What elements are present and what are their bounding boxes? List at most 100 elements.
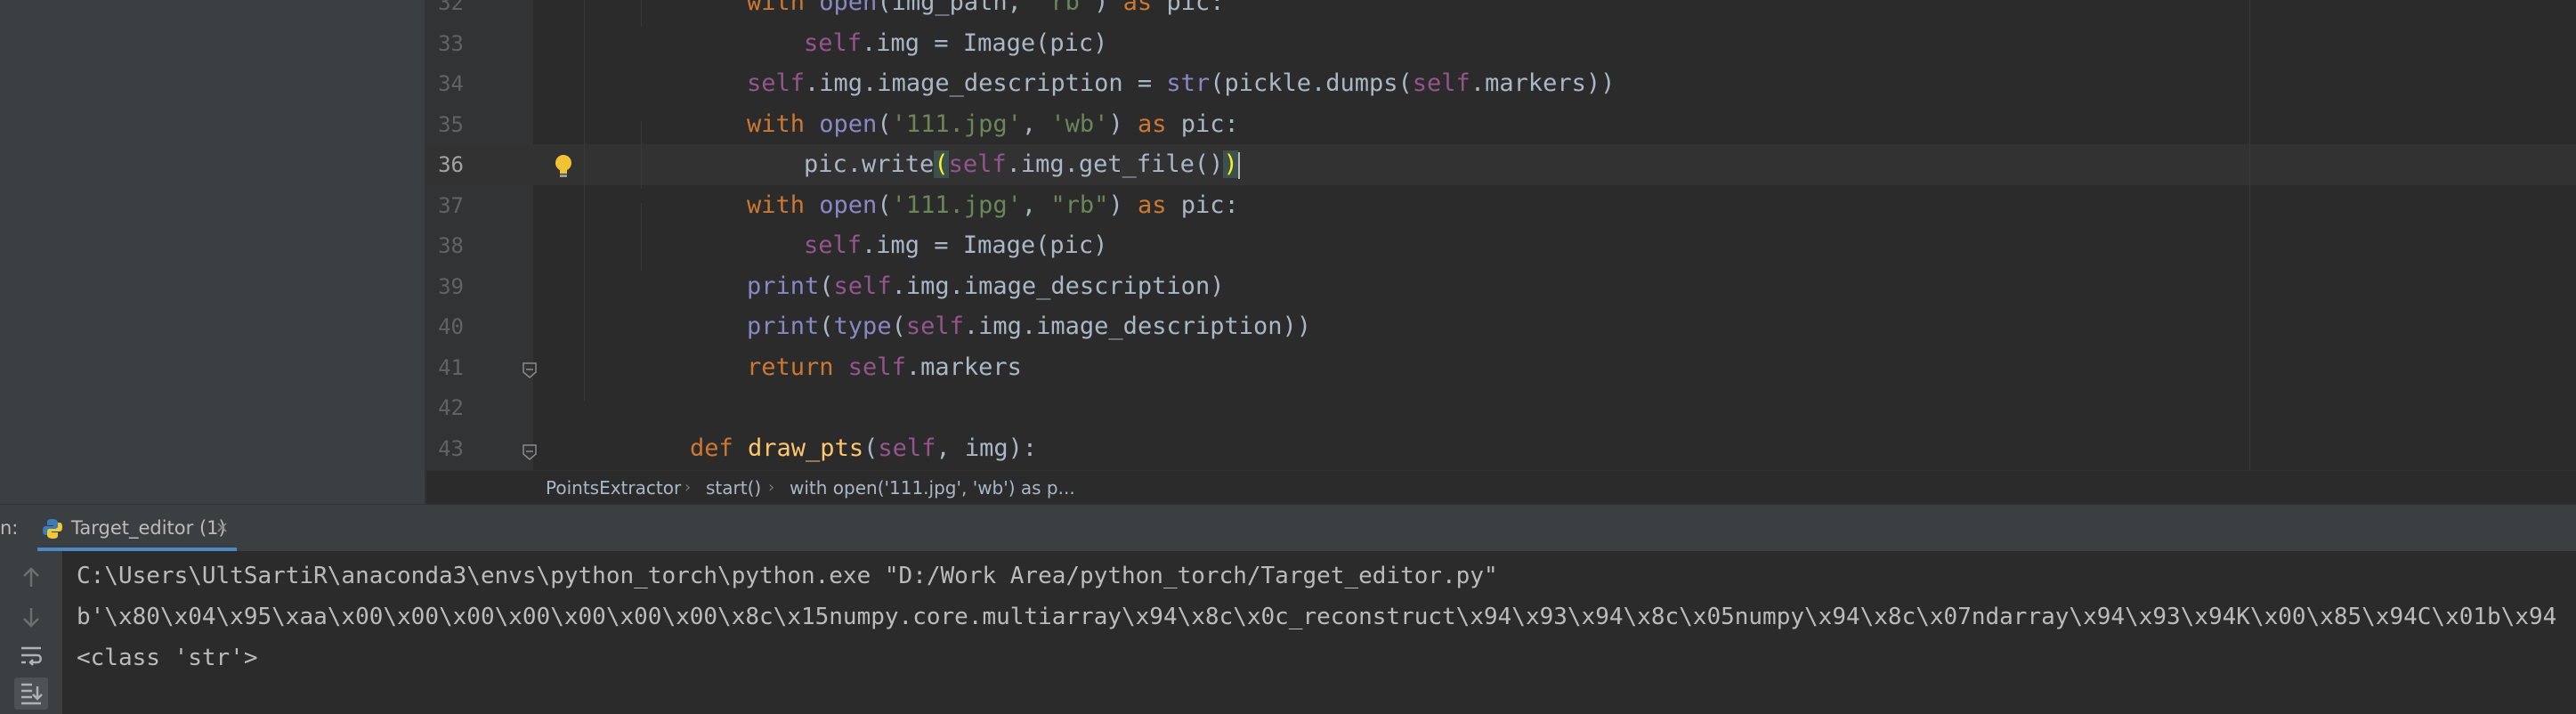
code-token: , — [1021, 191, 1051, 219]
line-number: 33 — [438, 30, 464, 56]
close-icon[interactable]: × — [215, 505, 229, 551]
code-line[interactable]: 41 return self.markers — [426, 347, 2576, 388]
code-token: ) — [1108, 110, 1138, 138]
indent-guide — [584, 0, 585, 401]
code-text: return self.markers — [747, 347, 1022, 388]
code-token: with — [747, 191, 820, 219]
code-token: self — [1412, 69, 1470, 97]
code-line[interactable]: 43 def draw_pts(self, img): — [426, 428, 2576, 469]
scroll-to-end-icon[interactable] — [14, 677, 48, 710]
code-token: self — [804, 28, 863, 57]
line-number: 41 — [438, 354, 464, 380]
code-token: (pickle.dumps( — [1210, 69, 1413, 97]
code-token: ( — [819, 272, 834, 300]
code-line[interactable]: 36 pic.write(self.img.get_file()) — [426, 144, 2576, 185]
console-line-command: C:\Users\UltSartiR\anaconda3\envs\python… — [77, 563, 1498, 589]
code-token: def — [690, 434, 749, 462]
indent-guide — [641, 203, 642, 271]
breadcrumb-block[interactable]: with open('111.jpg', 'wb') as p... — [790, 471, 1075, 505]
code-token: ( — [877, 110, 892, 138]
python-icon — [43, 519, 62, 539]
code-text: print(self.img.image_description) — [747, 266, 1224, 307]
code-token: .img.image_description)) — [963, 312, 1312, 340]
console-output[interactable]: C:\Users\UltSartiR\anaconda3\envs\python… — [62, 551, 2576, 714]
code-token: .img.image_description = — [805, 69, 1167, 97]
code-token: print — [747, 312, 820, 340]
code-token: print — [747, 272, 820, 300]
line-number: 40 — [438, 314, 464, 339]
soft-wrap-icon[interactable] — [14, 640, 48, 672]
code-line[interactable]: 39 print(self.img.image_description) — [426, 266, 2576, 307]
code-token: ) — [1223, 150, 1238, 178]
code-token: .img = Image(pic) — [862, 231, 1108, 259]
arrow-down-icon[interactable] — [14, 601, 48, 633]
breadcrumb: PointsExtractor › start() › with open('1… — [426, 470, 2576, 505]
code-text: pic.write(self.img.get_file()) — [804, 144, 1240, 185]
code-token: self — [804, 231, 863, 259]
code-token: as — [1122, 0, 1167, 16]
code-token: open — [819, 0, 878, 16]
console-line-type: <class 'str'> — [77, 645, 258, 671]
fold-start-icon[interactable] — [522, 443, 538, 461]
console-toolbar — [0, 551, 62, 714]
code-token: str — [1166, 69, 1211, 97]
code-token: return — [747, 353, 848, 381]
indent-guide — [641, 0, 642, 27]
code-text: with open(img_path, "rb") as pic: — [747, 0, 1224, 23]
code-token: self — [833, 272, 892, 300]
chevron-right-icon: › — [768, 478, 775, 497]
code-line[interactable]: 40 print(type(self.img.image_description)… — [426, 306, 2576, 347]
code-token: ( — [877, 191, 892, 219]
code-line[interactable]: 32 with open(img_path, "rb") as pic: — [426, 0, 2576, 23]
code-line[interactable]: 37 with open('111.jpg', "rb") as pic: — [426, 185, 2576, 226]
code-text: self .img.image_description = str(pickle.… — [747, 63, 1615, 104]
line-number: 35 — [438, 111, 464, 137]
code-token: open — [819, 191, 878, 219]
code-line[interactable]: 35 with open('111.jpg', 'wb') as pic: — [426, 104, 2576, 145]
code-token: (img_path, — [877, 0, 1037, 16]
code-text: self.img = Image(pic) — [804, 23, 1107, 64]
tab-target-editor[interactable]: Target_editor (1) × — [37, 505, 237, 551]
code-token: '111.jpg' — [891, 110, 1022, 138]
code-text: self.img = Image(pic) — [804, 225, 1107, 266]
code-token: open — [819, 110, 878, 138]
code-token: ( — [819, 312, 834, 340]
code-text: with open('111.jpg', "rb") as pic: — [747, 185, 1239, 226]
indent-guide — [641, 121, 642, 189]
line-number: 32 — [438, 0, 464, 15]
code-line[interactable]: 34 self.img.image_description = str(pickl… — [426, 63, 2576, 104]
arrow-up-icon[interactable] — [14, 562, 48, 594]
code-token: pic: — [1180, 191, 1239, 219]
code-token: as — [1137, 191, 1181, 219]
code-token: ( — [863, 434, 879, 462]
code-token: self — [905, 312, 964, 340]
code-token: ) — [1094, 0, 1123, 16]
code-text: with open('111.jpg', 'wb') as pic: — [747, 104, 1239, 145]
text-caret — [1237, 151, 1240, 179]
code-token: type — [833, 312, 892, 340]
code-editor[interactable]: 32 with open(img_path, "rb") as pic: 33 sel… — [426, 0, 2576, 470]
line-number: 38 — [438, 233, 464, 258]
console-line-bytes: b'\x80\x04\x95\xaa\x00\x00\x00\x00\x00\x… — [77, 604, 2557, 630]
code-token: self — [847, 353, 906, 381]
line-number: 37 — [438, 192, 464, 218]
code-line[interactable]: 38 self.img = Image(pic) — [426, 225, 2576, 266]
lightbulb-icon[interactable] — [553, 153, 574, 180]
fold-end-icon[interactable] — [522, 361, 538, 379]
code-token: pic: — [1180, 110, 1239, 138]
code-token: with — [747, 110, 820, 138]
line-number: 42 — [438, 395, 464, 420]
code-line[interactable]: 33 self.img = Image(pic) — [426, 23, 2576, 64]
code-token: "rb" — [1036, 0, 1095, 16]
code-token: as — [1137, 110, 1181, 138]
breadcrumb-class[interactable]: PointsExtractor — [546, 471, 681, 505]
code-line[interactable]: 42 — [426, 387, 2576, 428]
tab-label: Target_editor (1) — [71, 517, 226, 539]
code-token: , img): — [936, 434, 1038, 462]
run-tool-window-header: n: Target_editor (1) × — [0, 504, 2576, 552]
code-token: .img.image_description) — [891, 272, 1225, 300]
code-token: .img = Image(pic) — [862, 28, 1108, 57]
code-token: pic: — [1166, 0, 1225, 16]
chevron-right-icon: › — [685, 478, 692, 497]
breadcrumb-method[interactable]: start() — [706, 471, 761, 505]
